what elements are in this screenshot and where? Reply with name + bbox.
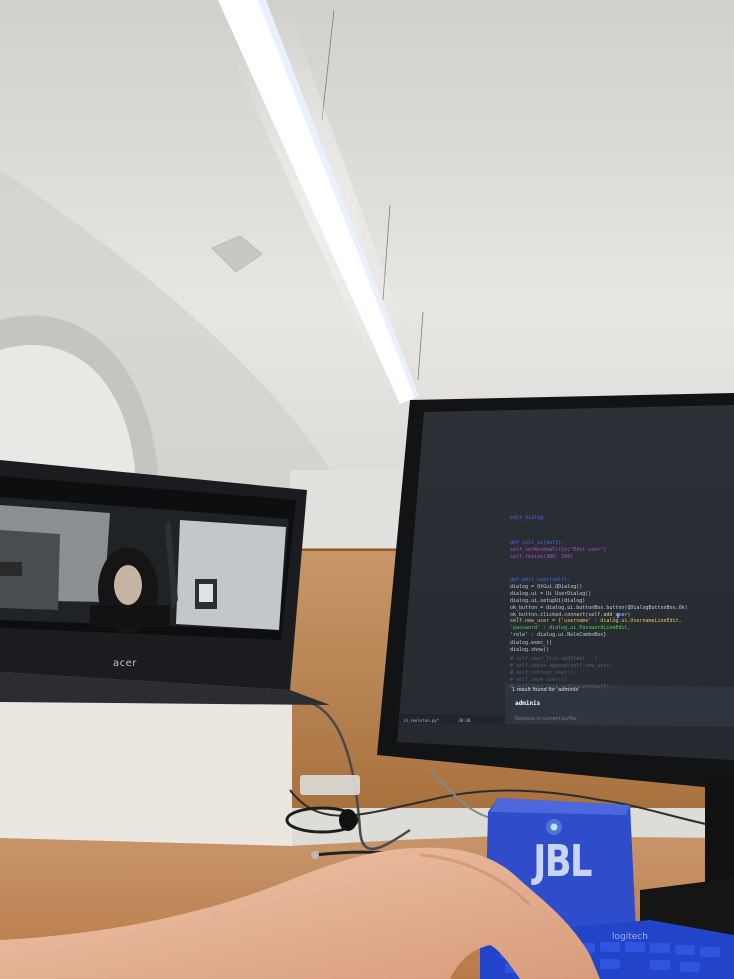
code-line: dialog.show() — [510, 647, 550, 653]
editor-filename: id_skeleton.py* 30:30 — [403, 718, 470, 723]
code-line: dialog = QtGui.QDialog() — [510, 584, 583, 590]
code-line: # self.user_list.addItem(...) — [510, 656, 598, 662]
storage-box — [0, 698, 292, 848]
keyboard-brand-logo: logitech — [612, 932, 648, 942]
speaker-brand-logo: JBL — [533, 836, 592, 887]
code-line: dialog.ui.setupUi(dialog) — [510, 598, 586, 604]
power-brick — [300, 775, 360, 795]
code-line: self.setWindowTitle("Edit user") — [510, 547, 607, 553]
code-line: dialog.exec_() — [510, 640, 553, 646]
video-window — [199, 584, 213, 602]
laptop-brand-logo: acer — [113, 658, 137, 669]
code-line: self.resize(300, 200) — [510, 554, 574, 560]
editor-cursor-position: 30:30 — [458, 718, 471, 723]
ferrite-core — [339, 809, 357, 831]
editor-filename-label: id_skeleton.py* — [403, 718, 440, 723]
code-line: edit_dialog — [510, 515, 544, 521]
code-line: 'password' : dialog.ui.PasswordLineEdit, — [510, 625, 631, 631]
code-line: def edit_user(self): — [510, 577, 571, 583]
monitor-stand — [705, 780, 734, 890]
audio-plug — [311, 851, 319, 859]
code-line: # self.save_users() — [510, 677, 568, 683]
code-line: # self.users.append(self.new_user) — [510, 663, 613, 669]
search-status-text: 1 result found for 'adminis' — [512, 687, 580, 693]
speaker-led-glow — [546, 819, 562, 835]
replace-hint-text: Replace in current buffer — [515, 716, 578, 722]
search-result-value[interactable]: adminis — [515, 700, 540, 707]
video-house-right — [176, 520, 286, 630]
desk-photo-scene — [0, 0, 734, 979]
code-line: def init_ui(self): — [510, 540, 565, 546]
video-sign — [0, 562, 22, 576]
code-line: ok_button = dialog.ui.buttonBox.button(Q… — [510, 605, 688, 611]
code-line: dialog.ui = Ui_UserDialog() — [510, 591, 592, 597]
code-line: self.new_user = {'username' : dialog.ui.… — [510, 618, 682, 624]
code-line: # self.refresh_users() — [510, 670, 577, 676]
video-person-face — [114, 565, 142, 605]
code-line: 'role' : dialog.ui.RoleComboBox} — [510, 632, 607, 638]
video-person-body — [90, 605, 170, 627]
